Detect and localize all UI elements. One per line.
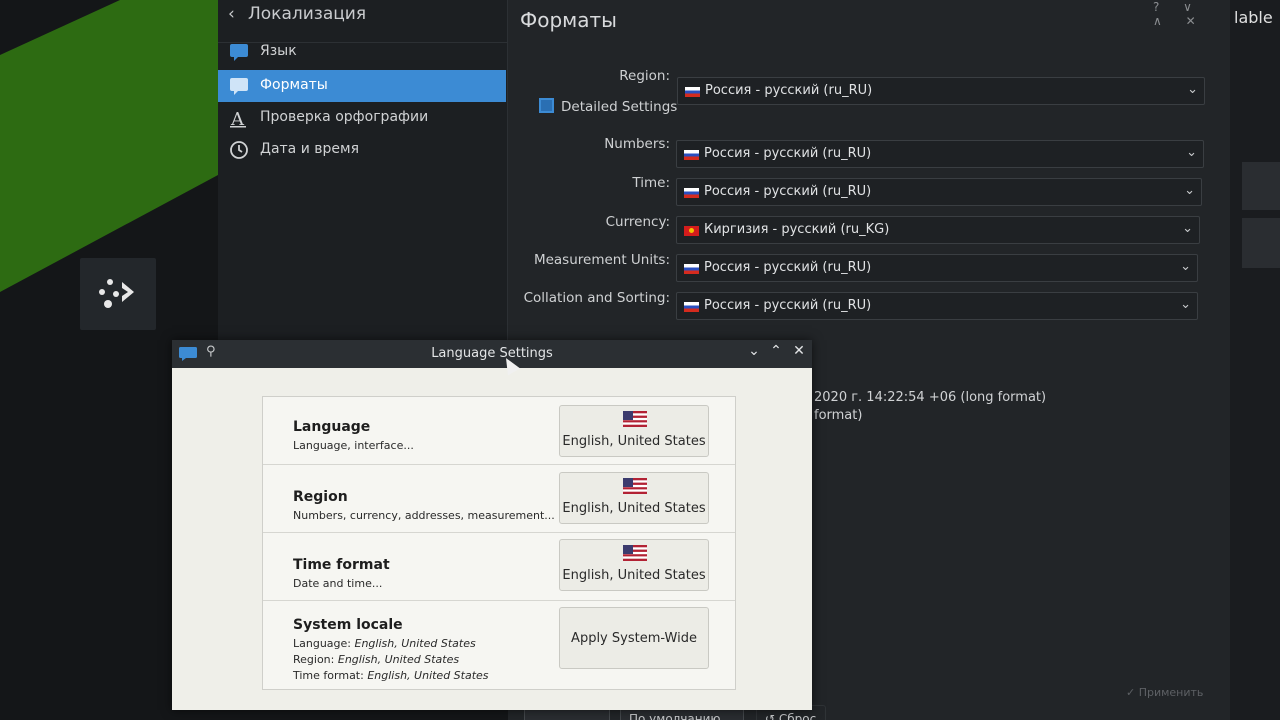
chevron-down-icon: ⌄ [1180, 297, 1191, 312]
button-label: English, United States [562, 434, 706, 449]
collation-value: Россия - русский (ru_RU) [704, 298, 872, 313]
page-title: Форматы [520, 8, 617, 32]
clock-icon [230, 141, 248, 159]
row-subtitle: Date and time... [293, 577, 383, 590]
sidebar-item-label: Проверка орфографии [260, 109, 429, 125]
sidebar-item-formats[interactable]: Форматы [218, 70, 506, 102]
apply-system-wide-button[interactable]: Apply System-Wide [559, 607, 709, 669]
row-title: Language [293, 419, 371, 435]
russia-flag-icon [684, 150, 699, 160]
button-label: Apply System-Wide [571, 630, 697, 646]
dots-arrow-icon [99, 279, 134, 308]
locale-language-label: Language: [293, 637, 351, 650]
russia-flag-icon [684, 264, 699, 274]
list-item-region: Region Numbers, currency, addresses, mea… [263, 465, 735, 533]
category-title[interactable]: Локализация [248, 4, 366, 24]
list-item-language: Language Language, interface... English,… [263, 397, 735, 465]
detailed-settings-label: Detailed Settings [561, 99, 678, 115]
spellcheck-icon: A [230, 109, 246, 129]
panel-widget-button[interactable] [1242, 162, 1280, 210]
close-icon[interactable]: ✕ [789, 343, 809, 359]
locale-region-label: Region: [293, 653, 335, 666]
sidebar-item-label: Язык [260, 43, 297, 59]
list-item-time-format: Time format Date and time... English, Un… [263, 533, 735, 601]
chat-bubble-icon [230, 44, 248, 61]
currency-value: Киргизия - русский (ru_KG) [704, 222, 890, 237]
time-value: Россия - русский (ru_RU) [704, 184, 872, 199]
partial-label: lable [1234, 8, 1273, 27]
sidebar-item-label: Форматы [260, 77, 328, 93]
russia-flag-icon [684, 188, 699, 198]
collation-label: Collation and Sorting: [523, 290, 670, 306]
measurement-label: Measurement Units: [533, 252, 670, 268]
time-select[interactable]: Россия - русский (ru_RU) ⌄ [676, 178, 1202, 206]
row-subtitle: Language, interface... [293, 439, 414, 452]
collation-select[interactable]: Россия - русский (ru_RU) ⌄ [676, 292, 1198, 320]
back-arrow-icon[interactable]: ‹ [228, 4, 235, 24]
row-subtitle: Numbers, currency, addresses, measuremen… [293, 509, 555, 522]
region-value: Россия - русский (ru_RU) [705, 83, 873, 98]
russia-flag-icon [685, 87, 700, 97]
chevron-down-icon: ⌄ [1186, 145, 1197, 160]
measurement-value: Россия - русский (ru_RU) [704, 260, 872, 275]
language-settings-dialog: ⚲ Language Settings ⌄ ⌃ ✕ Language Langu… [172, 340, 812, 710]
us-flag-icon [623, 411, 647, 427]
chevron-down-icon: ⌄ [1187, 82, 1198, 97]
locale-time-value: English, United States [367, 669, 489, 682]
button-label: English, United States [562, 501, 706, 516]
window-controls[interactable]: ? ∨ ∧ ✕ [1153, 0, 1230, 28]
us-flag-icon [623, 545, 647, 561]
minimize-icon[interactable]: ⌄ [744, 343, 764, 359]
locale-region-value: English, United States [337, 653, 460, 666]
kyrgyzstan-flag-icon [684, 226, 699, 236]
apply-button[interactable]: ✓ Применить [1116, 680, 1216, 708]
settings-panel: Language Language, interface... English,… [262, 396, 736, 690]
desktop-launcher-tile[interactable] [80, 258, 156, 330]
settings-sidebar: ‹ Локализация Язык Форматы A Проверка ор… [218, 0, 508, 345]
chevron-down-icon: ⌄ [1184, 183, 1195, 198]
time-format-button[interactable]: English, United States [559, 539, 709, 591]
row-title: Region [293, 489, 348, 505]
region-button[interactable]: English, United States [559, 472, 709, 524]
chevron-down-icon: ⌄ [1182, 221, 1193, 236]
locale-time-line: Time format: English, United States [293, 669, 489, 682]
locale-region-line: Region: English, United States [293, 653, 459, 666]
chevron-down-icon: ⌄ [1180, 259, 1191, 274]
region-select[interactable]: Россия - русский (ru_RU) ⌄ [677, 77, 1205, 105]
time-example-short: format) [814, 408, 863, 423]
numbers-select[interactable]: Россия - русский (ru_RU) ⌄ [676, 140, 1204, 168]
sidebar-item-datetime[interactable]: Дата и время [218, 134, 506, 166]
right-panel-edge: lable [1230, 0, 1280, 720]
row-title: Time format [293, 557, 390, 573]
time-example-long: 2020 г. 14:22:54 +06 (long format) [814, 390, 1047, 405]
russia-flag-icon [684, 302, 699, 312]
numbers-label: Numbers: [604, 136, 670, 152]
sidebar-item-label: Дата и время [260, 141, 359, 157]
sidebar-item-language[interactable]: Язык [218, 36, 506, 68]
button-label: English, United States [562, 568, 706, 583]
detailed-settings-checkbox[interactable] [539, 98, 554, 113]
row-title: System locale [293, 617, 403, 633]
us-flag-icon [623, 478, 647, 494]
chat-bubble-icon [230, 78, 248, 95]
measurement-select[interactable]: Россия - русский (ru_RU) ⌄ [676, 254, 1198, 282]
locale-time-label: Time format: [293, 669, 364, 682]
maximize-icon[interactable]: ⌃ [766, 343, 786, 359]
language-button[interactable]: English, United States [559, 405, 709, 457]
currency-label: Currency: [605, 214, 670, 230]
dialog-title: Language Settings [431, 346, 553, 361]
numbers-value: Россия - русский (ru_RU) [704, 146, 872, 161]
dialog-titlebar[interactable]: ⚲ Language Settings ⌄ ⌃ ✕ [172, 340, 812, 368]
currency-select[interactable]: Киргизия - русский (ru_KG) ⌄ [676, 216, 1200, 244]
time-label: Time: [632, 175, 670, 191]
region-label: Region: [619, 68, 670, 84]
panel-launcher-button[interactable] [1242, 218, 1280, 268]
locale-language-line: Language: English, United States [293, 637, 476, 650]
list-item-system-locale: System locale Language: English, United … [263, 601, 735, 691]
sidebar-item-spellcheck[interactable]: A Проверка орфографии [218, 102, 506, 134]
locale-language-value: English, United States [354, 637, 476, 650]
